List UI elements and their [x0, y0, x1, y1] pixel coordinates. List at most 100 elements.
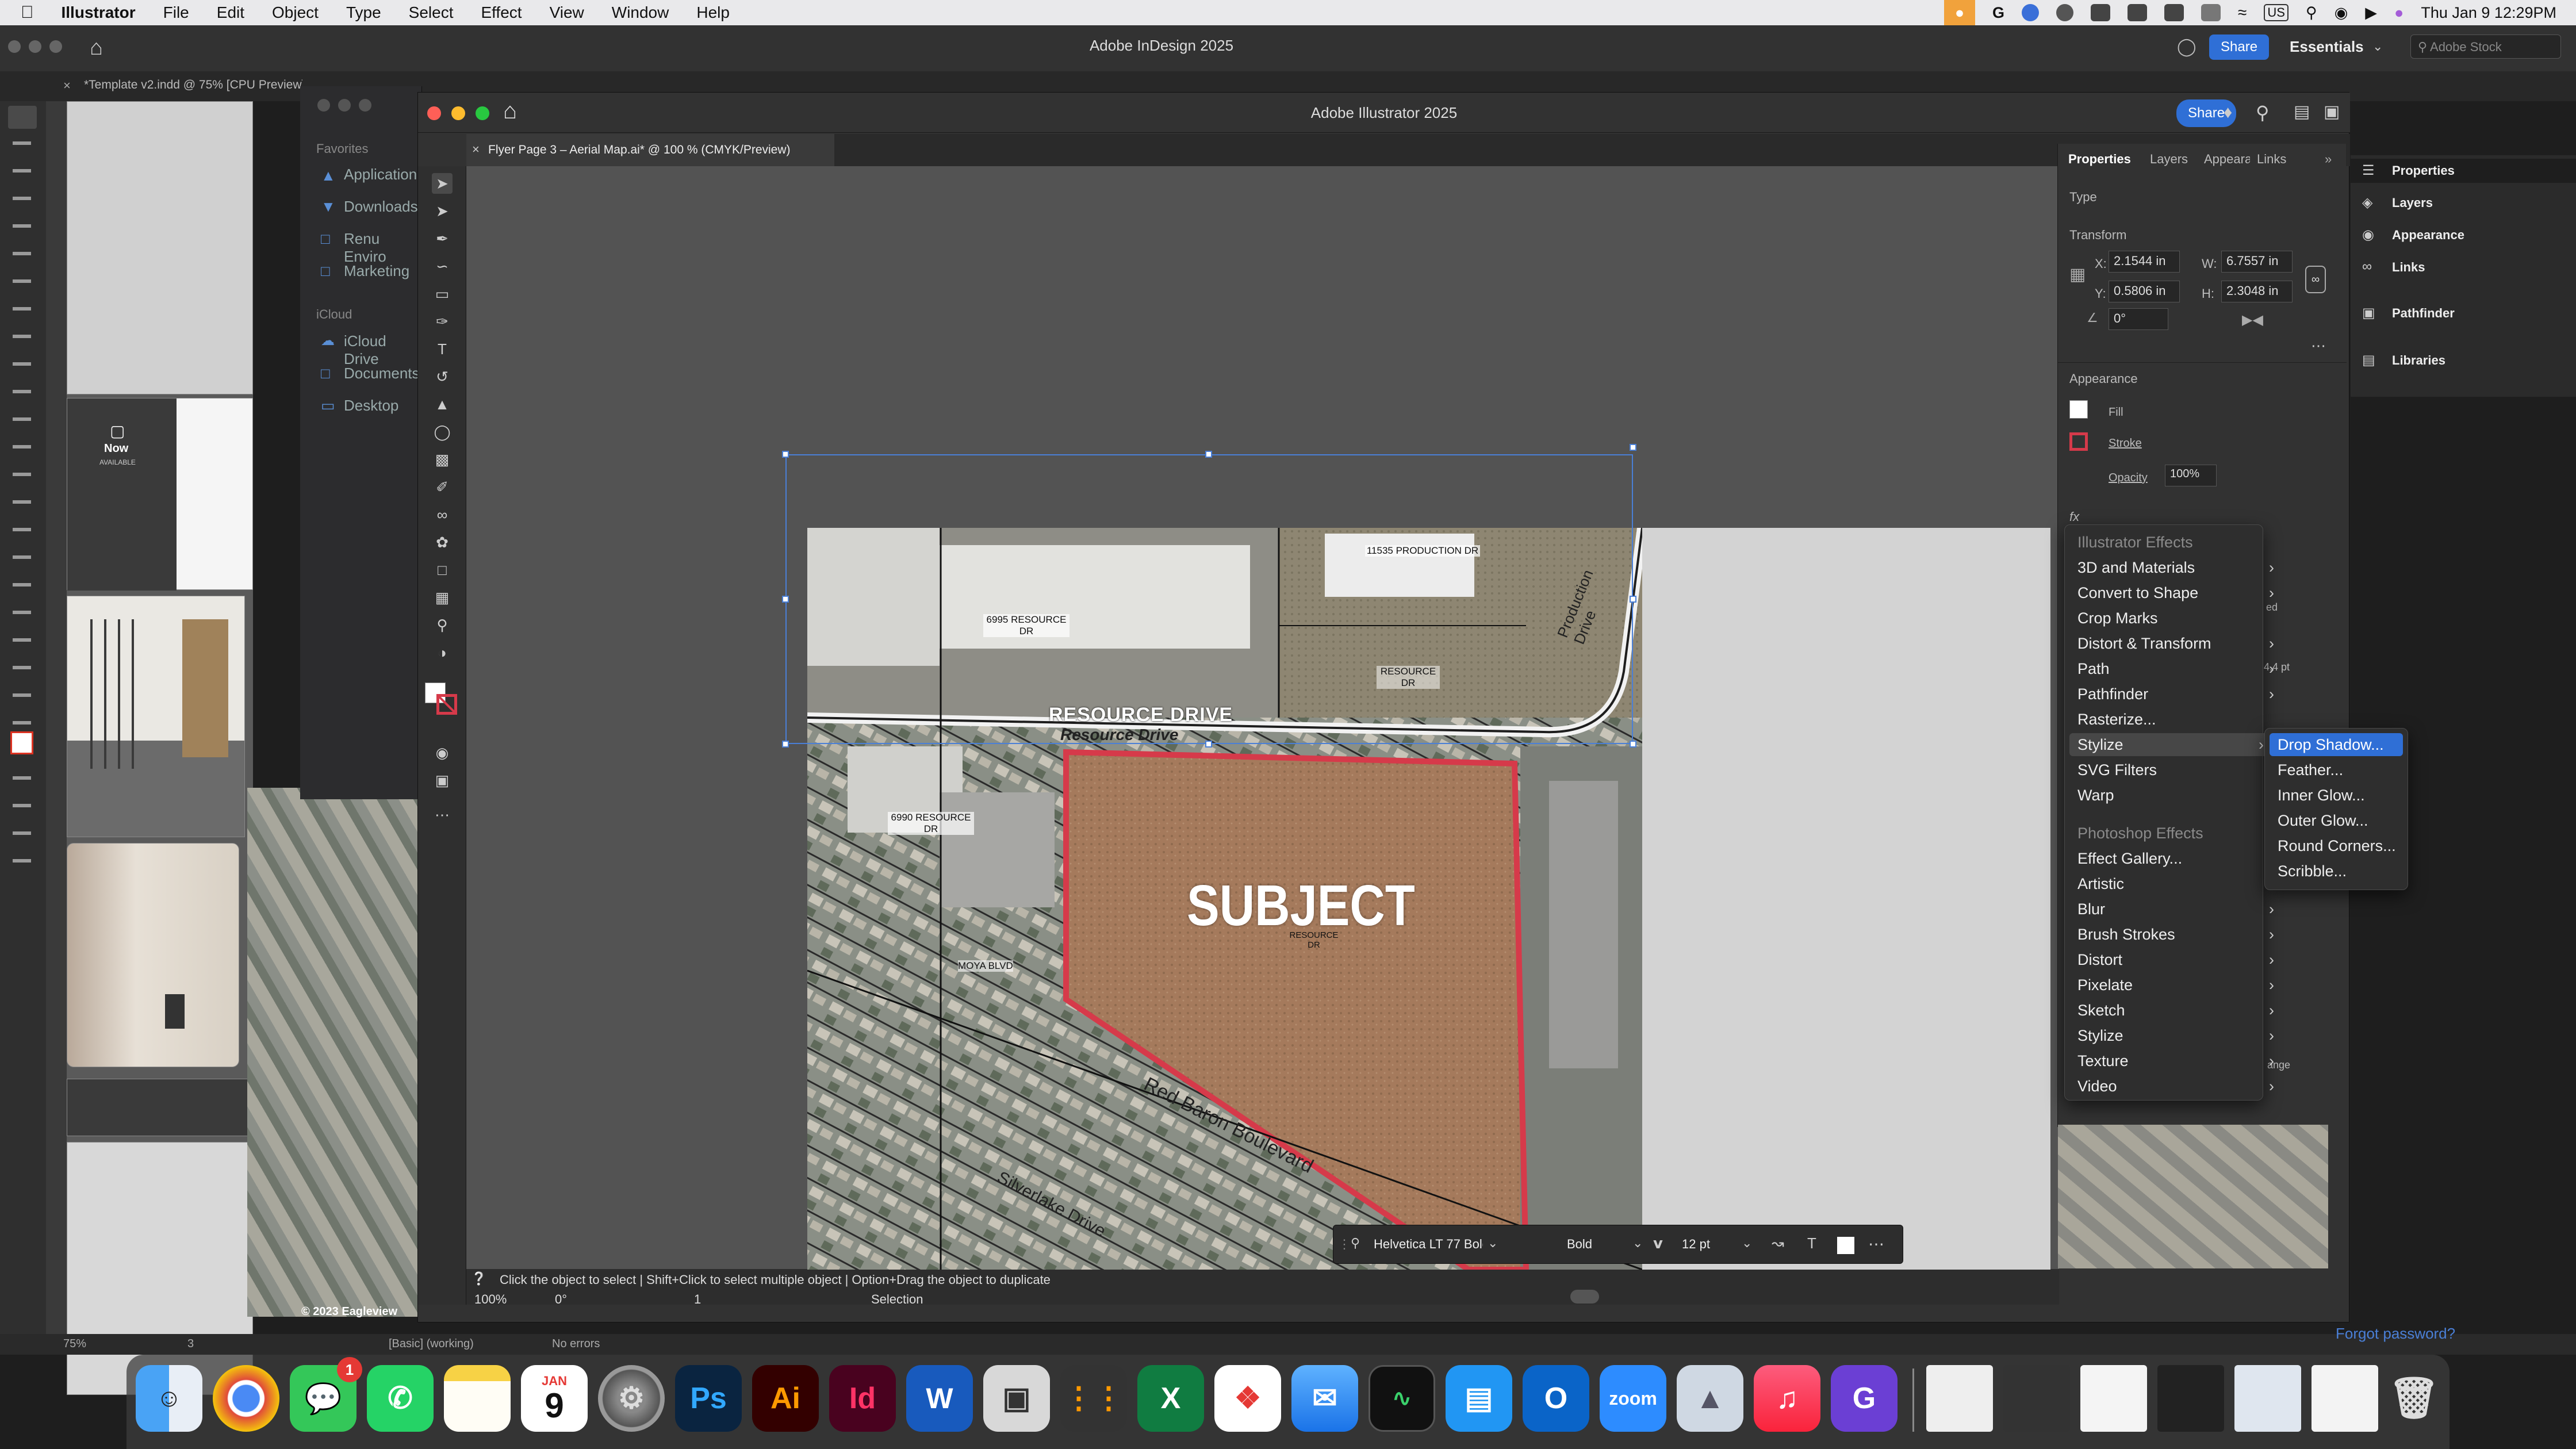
angle-field[interactable]: 0°	[2109, 308, 2168, 330]
adobe-stock-search[interactable]: ⚲ Adobe Stock	[2410, 34, 2561, 59]
dock-photoshop[interactable]: Ps	[675, 1365, 742, 1432]
menu-item-distort[interactable]: Distort ›	[2077, 948, 2274, 971]
menu-effect[interactable]: Effect	[481, 3, 522, 22]
menu-item-pathfinder[interactable]: Pathfinder ›	[2077, 683, 2274, 706]
rotation-field[interactable]: 0°	[555, 1292, 567, 1307]
paintbrush-tool-icon[interactable]: ✑	[432, 311, 453, 332]
menu-item-distort-transform[interactable]: Distort & Transform ›	[2077, 632, 2274, 655]
selection-tool-icon[interactable]: ➤	[432, 173, 453, 194]
dock-music[interactable]: ♫	[1754, 1365, 1820, 1432]
dock-excel[interactable]: X	[1137, 1365, 1204, 1432]
wifi-icon[interactable]: ≈	[2238, 3, 2247, 22]
menu-item-ps-stylize[interactable]: Stylize ›	[2077, 1024, 2274, 1047]
text-color-swatch[interactable]	[1837, 1237, 1854, 1254]
finder-min-dot[interactable]	[338, 99, 351, 112]
dock-item-properties[interactable]: Properties	[2392, 163, 2455, 178]
dock-trash[interactable]: 🗑	[2380, 1365, 2447, 1432]
opacity-label[interactable]: Opacity	[2109, 471, 2148, 485]
selection-bounding-box[interactable]	[785, 454, 1633, 744]
dock-preview[interactable]: ▲	[1677, 1365, 1743, 1432]
artboard-tool-icon[interactable]: □	[432, 559, 453, 580]
dock-recent-doc[interactable]	[2312, 1365, 2378, 1432]
microphone-icon[interactable]: ●	[1943, 0, 1975, 25]
menu-item-effect-gallery[interactable]: Effect Gallery...	[2077, 847, 2261, 870]
fill-swatch[interactable]	[2069, 400, 2088, 419]
status-mode[interactable]: Selection	[871, 1292, 923, 1307]
siri-icon[interactable]: ●	[2394, 4, 2404, 22]
dock-recent-doc[interactable]	[2080, 1365, 2147, 1432]
indesign-style[interactable]: [Basic] (working)	[389, 1337, 474, 1351]
document-tab[interactable]: × Flyer Page 3 – Aerial Map.ai* @ 100 % …	[466, 134, 834, 166]
dock-mail[interactable]: ✉	[1291, 1365, 1358, 1432]
dock-recent-doc[interactable]	[2003, 1365, 2070, 1432]
chevron-down-icon[interactable]: ⌄	[2372, 39, 2383, 54]
page-thumb-now[interactable]: ▢ Now AVAILABLE	[67, 398, 253, 591]
draw-mode-icon[interactable]: ◉	[432, 742, 453, 763]
menu-object[interactable]: Object	[272, 3, 319, 22]
menu-item-round-corners[interactable]: Round Corners...	[2278, 834, 2462, 857]
menu-file[interactable]: File	[163, 3, 189, 22]
dock-activity-monitor[interactable]: ∿	[1368, 1365, 1435, 1432]
stroke-swatch[interactable]	[2069, 432, 2088, 451]
gradient-tool-icon[interactable]: ▩	[432, 449, 453, 470]
dock-calculator[interactable]: ⋮⋮	[1060, 1365, 1127, 1432]
lightbulb-icon[interactable]: ◯	[2177, 37, 2196, 57]
selection-handle[interactable]	[1630, 741, 1636, 747]
menu-item-crop-marks[interactable]: Crop Marks	[2077, 607, 2261, 630]
selection-handle[interactable]	[782, 596, 789, 603]
dock-recent-doc[interactable]	[1926, 1365, 1993, 1432]
chevron-down-icon[interactable]: ⌄	[1632, 1236, 1643, 1251]
stroke-swatch[interactable]	[436, 694, 457, 715]
selection-handle[interactable]	[1205, 451, 1212, 458]
fill-stroke-icon[interactable]	[10, 731, 33, 754]
selection-tool[interactable]	[8, 106, 37, 129]
rotate-tool-icon[interactable]: ↺	[432, 366, 453, 387]
artboard-empty-area[interactable]	[1642, 528, 2050, 1270]
h-field[interactable]: 2.3048 in	[2221, 281, 2293, 302]
tab-properties[interactable]: Properties	[2068, 152, 2131, 167]
chevron-down-icon[interactable]: ⌄	[1742, 1236, 1752, 1251]
dock-acrobat[interactable]: ❖	[1214, 1365, 1281, 1432]
selection-handle[interactable]	[1205, 741, 1212, 747]
symbol-tool-icon[interactable]: ✿	[432, 532, 453, 553]
menu-item-scribble[interactable]: Scribble...	[2278, 860, 2462, 883]
menu-item-drop-shadow[interactable]: Drop Shadow...	[2270, 733, 2403, 756]
bell-icon[interactable]: ♦	[2224, 103, 2232, 122]
menu-item-feather[interactable]: Feather...	[2278, 758, 2462, 781]
dock-finder[interactable]: ☺	[136, 1365, 202, 1432]
dock-zoom[interactable]: zoom	[1600, 1365, 1666, 1432]
control-center-icon[interactable]: ◉	[2334, 4, 2348, 22]
finder-item-downloads[interactable]: Downloads	[344, 198, 418, 216]
menu-help[interactable]: Help	[696, 3, 730, 22]
stroke-label[interactable]: Stroke	[2109, 437, 2142, 450]
font-size-field[interactable]: 12 pt	[1682, 1237, 1710, 1252]
font-style-field[interactable]: Bold	[1567, 1237, 1592, 1252]
y-field[interactable]: 0.5806 in	[2109, 281, 2180, 302]
opacity-field[interactable]: 100%	[2165, 465, 2217, 486]
dock-whatsapp[interactable]: ✆	[367, 1365, 434, 1432]
finder-item-desktop[interactable]: Desktop	[344, 397, 398, 415]
text-path-icon[interactable]: ↝	[1772, 1235, 1784, 1252]
text-transform-icon[interactable]: T	[1807, 1235, 1816, 1252]
dock-notes[interactable]	[444, 1365, 511, 1432]
font-search-icon[interactable]: ⚲	[1351, 1236, 1360, 1251]
workspace-switcher[interactable]: Essentials	[2290, 38, 2364, 56]
finder-zoom-dot[interactable]	[359, 99, 371, 112]
input-source-badge[interactable]: US	[2264, 4, 2288, 21]
page-thumb[interactable]	[67, 101, 253, 394]
fx-icon[interactable]: fx	[2069, 509, 2079, 524]
apple-icon[interactable]: 	[21, 3, 34, 22]
menu-item-warp[interactable]: Warp›	[2077, 784, 2274, 807]
menu-item-blur[interactable]: Blur ›	[2077, 898, 2274, 921]
menu-item-texture[interactable]: Texture ›	[2077, 1049, 2274, 1072]
selection-handle[interactable]	[782, 741, 789, 747]
graph-tool-icon[interactable]: ▦	[432, 587, 453, 608]
dock-item-pathfinder[interactable]: Pathfinder	[2392, 306, 2455, 321]
drag-handle-icon[interactable]: ⋮	[1338, 1237, 1351, 1252]
eyedropper-tool-icon[interactable]: ✐	[432, 477, 453, 497]
dock-illustrator[interactable]: Ai	[752, 1365, 819, 1432]
dock-word[interactable]: W	[906, 1365, 973, 1432]
menu-item-convert-to-shape[interactable]: Convert to Shape ›	[2077, 581, 2274, 604]
dock-outlook[interactable]: O	[1523, 1365, 1589, 1432]
artboard-navigator[interactable]: 1	[694, 1292, 701, 1307]
